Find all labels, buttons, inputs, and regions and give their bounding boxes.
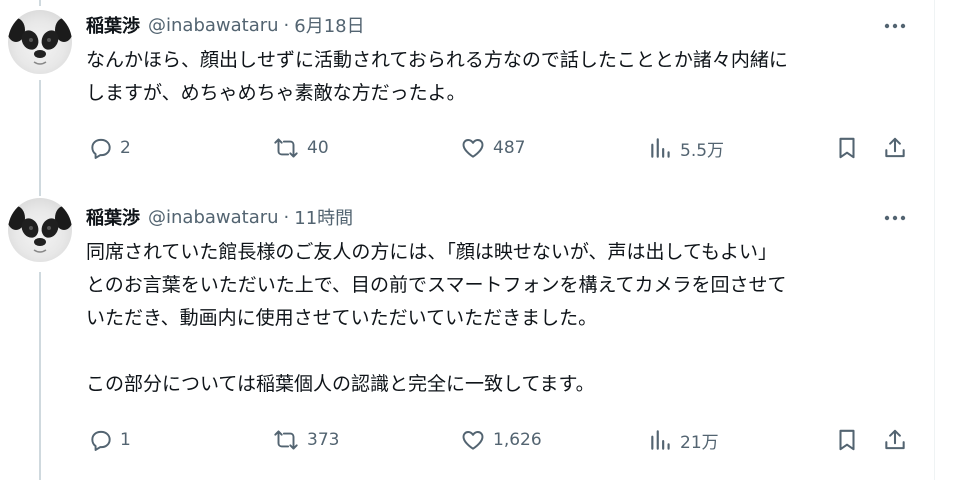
- column-border: [934, 0, 935, 480]
- tweet[interactable]: 稲葉渉 @inabawataru · 6月18日 なんかほら、顔出しせずに活動さ…: [0, 0, 934, 196]
- timestamp[interactable]: 11時間: [294, 204, 353, 230]
- bookmark-button[interactable]: [834, 423, 860, 457]
- like-button[interactable]: 487: [459, 131, 525, 165]
- tweet-text: なんかほら、顔出しせずに活動されておられる方なので話したこととか諸々内緒に しま…: [86, 44, 916, 110]
- tweet-text: 同席されていた館長様のご友人の方には、「顔は映せないが、声は出してもよい」 との…: [86, 236, 916, 401]
- avatar[interactable]: [8, 10, 72, 74]
- share-button[interactable]: [882, 131, 908, 165]
- tweet-text-line: いただき、動画内に使用させていただいていただきました。: [86, 307, 598, 329]
- bookmark-icon: [834, 427, 860, 453]
- more-dots-icon[interactable]: [878, 206, 912, 230]
- tweet-text-line: なんかほら、顔出しせずに活動されておられる方なので話したこととか諸々内緒に: [86, 49, 788, 71]
- separator-dot: ·: [283, 206, 290, 228]
- share-upload-icon: [882, 427, 908, 453]
- tweet-text-line: とのお言葉をいただいた上で、目の前でスマートフォンを構えてカメラを回させて: [86, 274, 787, 296]
- views-button[interactable]: 5.5万: [648, 131, 724, 165]
- retweet-arrows-icon: [271, 427, 301, 453]
- retweet-count: 40: [307, 138, 329, 158]
- author-handle[interactable]: @inabawataru: [148, 15, 279, 36]
- view-count: 21万: [680, 432, 719, 453]
- heart-icon: [459, 427, 487, 453]
- tweet-header: 稲葉渉 @inabawataru · 11時間: [86, 204, 353, 230]
- reply-count: 2: [120, 138, 131, 158]
- tweet-text-line: しますが、めちゃめちゃ素敵な方だったよ。: [86, 82, 466, 104]
- retweet-count: 373: [307, 430, 340, 450]
- bookmark-button[interactable]: [834, 131, 860, 165]
- retweet-button[interactable]: 40: [271, 131, 329, 165]
- like-button[interactable]: 1,626: [459, 423, 542, 457]
- tweet-text-line: 同席されていた館長様のご友人の方には、「顔は映せないが、声は出してもよい」: [86, 241, 778, 263]
- share-upload-icon: [882, 135, 908, 161]
- author-name[interactable]: 稲葉渉: [86, 12, 140, 38]
- avatar[interactable]: [8, 198, 72, 262]
- reply-count: 1: [120, 430, 131, 450]
- tweet-text-line: この部分については稲葉個人の認識と完全に一致してます。: [86, 373, 595, 395]
- view-count: 5.5万: [680, 140, 725, 161]
- retweet-arrows-icon: [271, 135, 301, 161]
- bar-chart-icon: [648, 135, 674, 161]
- share-button[interactable]: [882, 423, 908, 457]
- speech-bubble-icon: [88, 135, 114, 161]
- tweet-header: 稲葉渉 @inabawataru · 6月18日: [86, 12, 365, 38]
- action-bar: 2 40 487 5.5万: [0, 131, 934, 165]
- bookmark-icon: [834, 135, 860, 161]
- action-bar: 1 373 1,626 21万: [0, 423, 934, 457]
- retweet-button[interactable]: 373: [271, 423, 339, 457]
- bar-chart-icon: [648, 427, 674, 453]
- reply-button[interactable]: 2: [88, 131, 131, 165]
- tweet[interactable]: 稲葉渉 @inabawataru · 11時間 同席されていた館長様のご友人の方…: [0, 196, 934, 480]
- timestamp[interactable]: 6月18日: [294, 12, 364, 38]
- author-handle[interactable]: @inabawataru: [148, 207, 279, 228]
- like-count: 487: [493, 138, 526, 158]
- separator-dot: ·: [283, 14, 290, 36]
- speech-bubble-icon: [88, 427, 114, 453]
- reply-button[interactable]: 1: [88, 423, 131, 457]
- views-button[interactable]: 21万: [648, 423, 719, 457]
- author-name[interactable]: 稲葉渉: [86, 204, 140, 230]
- more-dots-icon[interactable]: [878, 14, 912, 38]
- like-count: 1,626: [493, 430, 542, 450]
- heart-icon: [459, 135, 487, 161]
